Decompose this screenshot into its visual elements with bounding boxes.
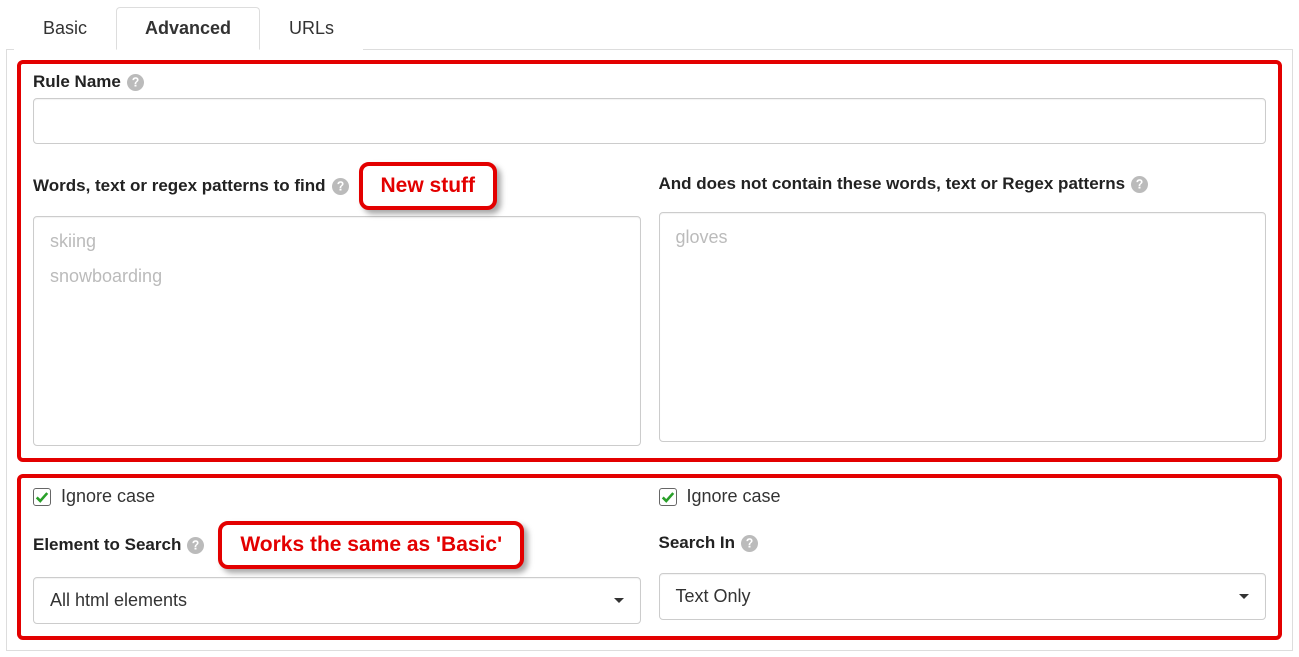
element-to-search-value: All html elements: [50, 590, 187, 611]
tab-basic[interactable]: Basic: [14, 7, 116, 50]
left-options: Ignore case Element to Search Works the …: [33, 486, 641, 624]
chevron-down-icon: [1239, 594, 1249, 599]
help-icon[interactable]: [187, 537, 204, 554]
search-in-select[interactable]: Text Only: [659, 573, 1267, 620]
tab-advanced[interactable]: Advanced: [116, 7, 260, 50]
include-label: Words, text or regex patterns to find: [33, 176, 349, 196]
right-ignore-case-label: Ignore case: [687, 486, 781, 507]
help-icon[interactable]: [1131, 176, 1148, 193]
annotation-callout-new-stuff: New stuff: [359, 162, 498, 210]
rule-name-input[interactable]: [33, 98, 1266, 144]
exclude-label: And does not contain these words, text o…: [659, 174, 1149, 194]
search-in-label: Search In: [659, 533, 759, 553]
help-icon[interactable]: [332, 178, 349, 195]
exclude-tag[interactable]: gloves: [676, 227, 1250, 248]
annotation-new-stuff-region: Rule Name Words, text or regex patterns …: [17, 60, 1282, 462]
include-column: Words, text or regex patterns to find Ne…: [33, 162, 641, 446]
left-ignore-case-label: Ignore case: [61, 486, 155, 507]
exclude-tag-area[interactable]: gloves: [659, 212, 1267, 442]
include-tag-area[interactable]: skiing snowboarding: [33, 216, 641, 446]
exclude-column: And does not contain these words, text o…: [659, 162, 1267, 446]
rule-name-label: Rule Name: [33, 72, 1266, 92]
annotation-works-basic-region: Ignore case Element to Search Works the …: [17, 474, 1282, 640]
search-in-value: Text Only: [676, 586, 751, 607]
element-to-search-select[interactable]: All html elements: [33, 577, 641, 624]
right-options: Ignore case Search In Text Only: [659, 486, 1267, 624]
help-icon[interactable]: [127, 74, 144, 91]
include-tag[interactable]: skiing: [50, 231, 624, 252]
left-ignore-case-checkbox[interactable]: [33, 488, 51, 506]
tab-panel-advanced: Rule Name Words, text or regex patterns …: [6, 50, 1293, 651]
help-icon[interactable]: [741, 535, 758, 552]
right-ignore-case-checkbox[interactable]: [659, 488, 677, 506]
chevron-down-icon: [614, 598, 624, 603]
tabs: Basic Advanced URLs: [6, 6, 1293, 50]
tab-urls[interactable]: URLs: [260, 7, 363, 50]
include-tag[interactable]: snowboarding: [50, 266, 624, 287]
annotation-callout-works-basic: Works the same as 'Basic': [218, 521, 524, 569]
element-to-search-label: Element to Search: [33, 535, 204, 555]
